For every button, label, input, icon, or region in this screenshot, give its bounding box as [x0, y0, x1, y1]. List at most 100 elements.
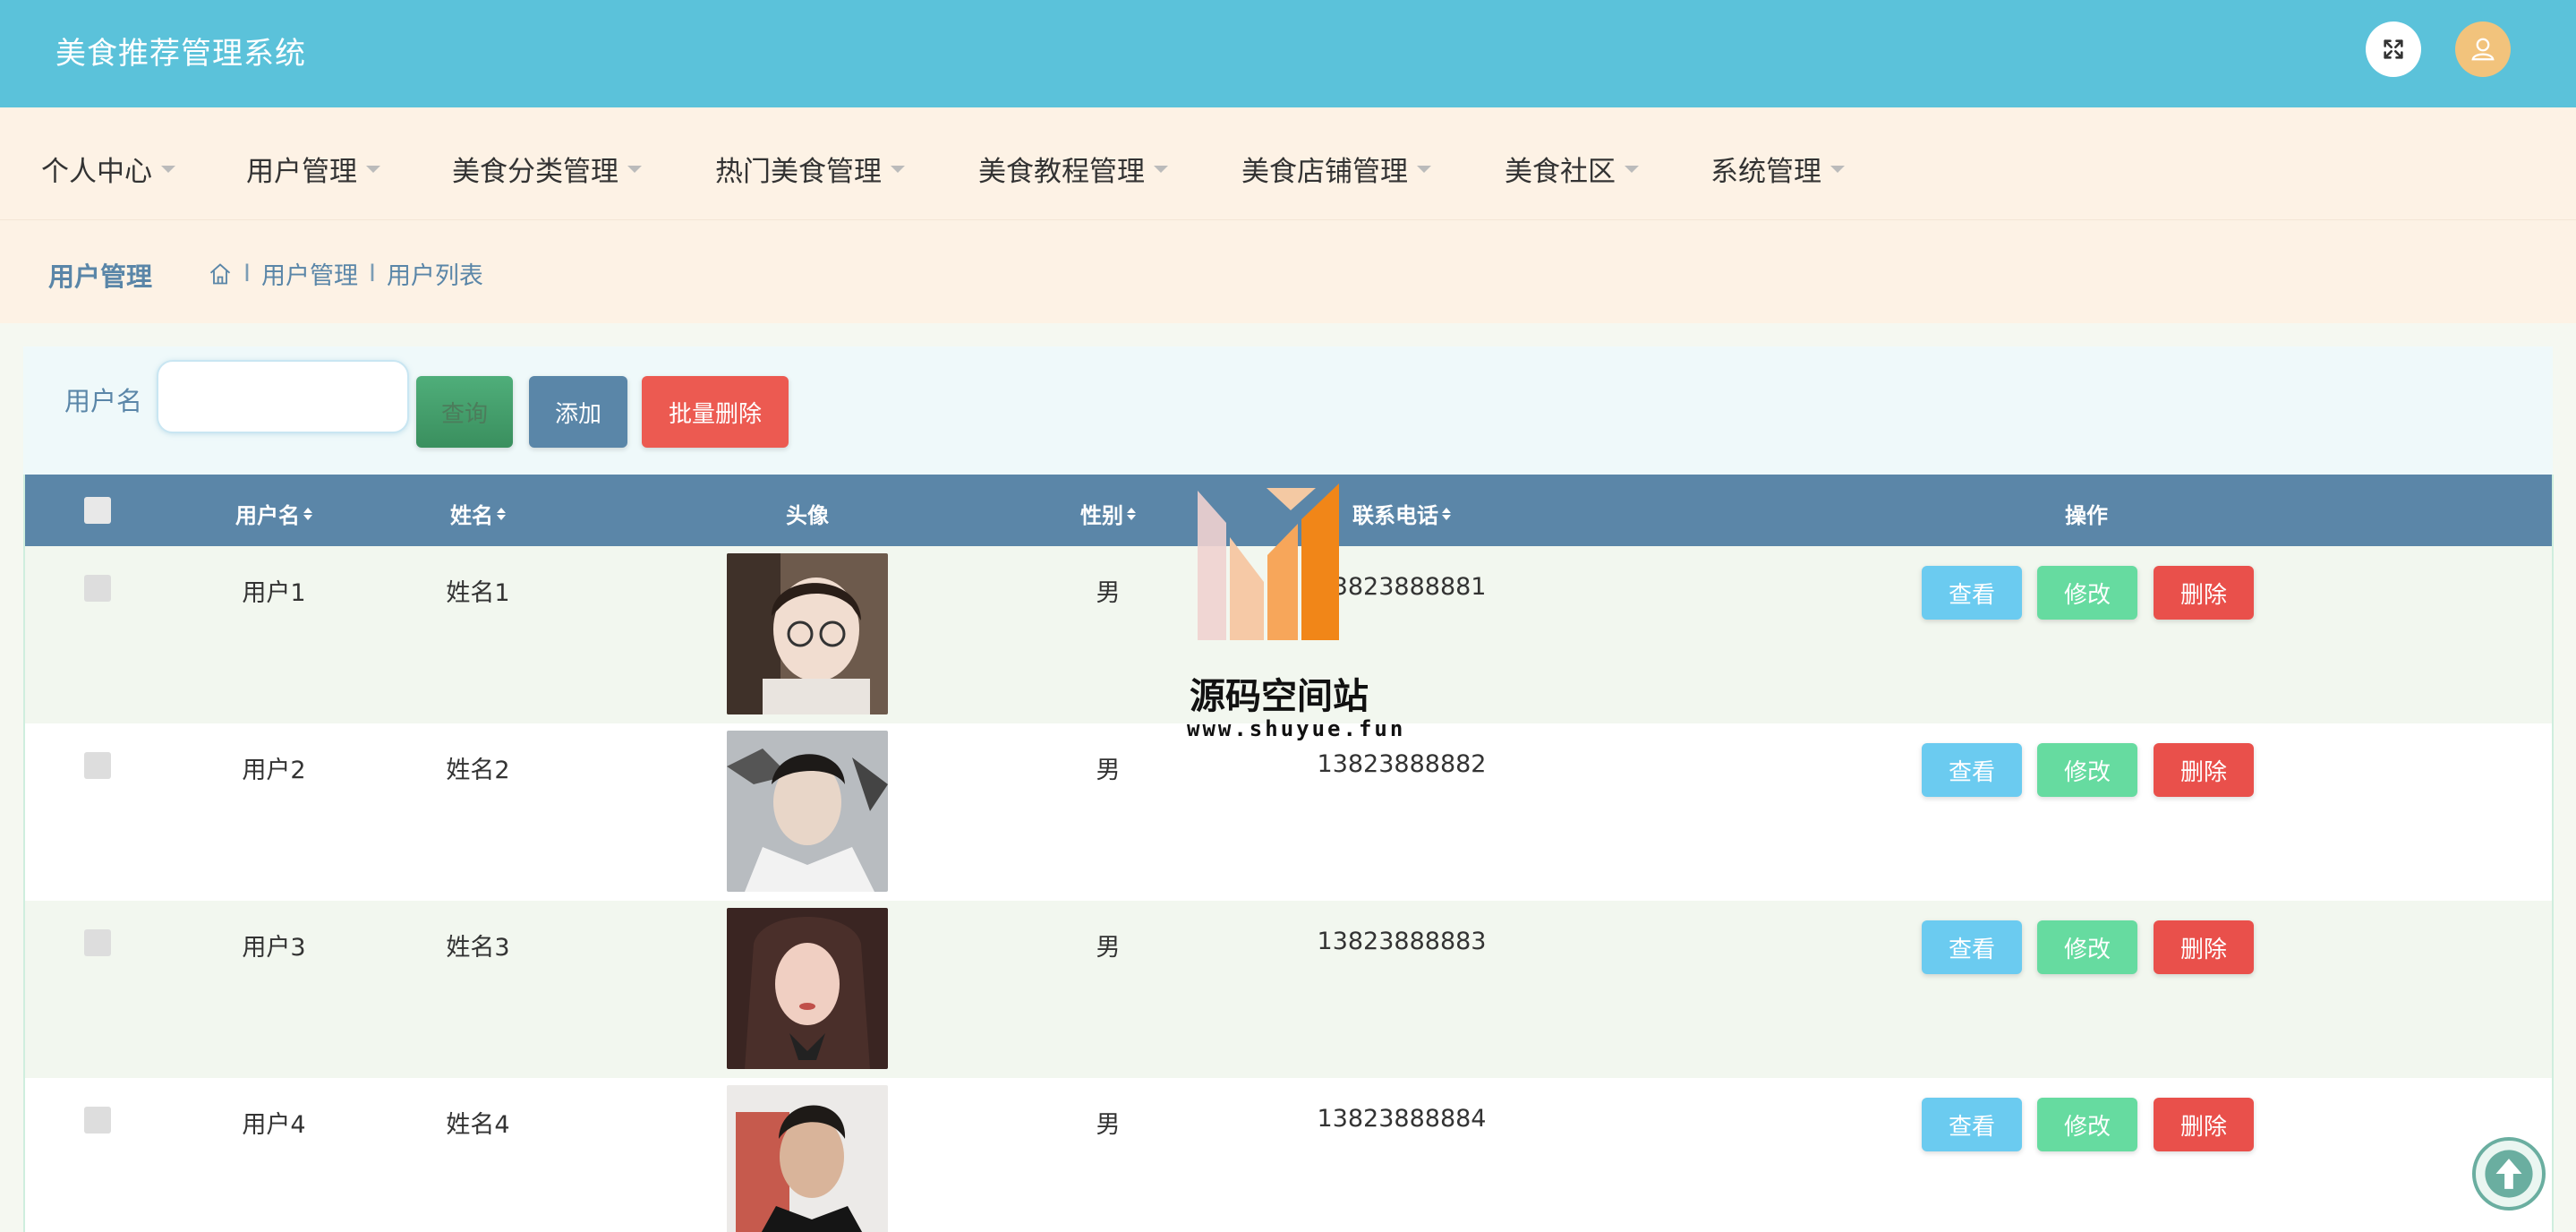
- view-button[interactable]: 查看: [1922, 920, 2022, 974]
- username-search-label: 用户名: [64, 386, 143, 416]
- row-checkbox[interactable]: [84, 575, 111, 602]
- avatar: [727, 553, 888, 714]
- chevron-down-icon: [1625, 165, 1639, 173]
- chevron-down-icon: [1830, 165, 1845, 173]
- select-all-checkbox[interactable]: [84, 497, 111, 524]
- watermark-text: 源码空间站: [1190, 676, 1369, 717]
- cell-name: 姓名1: [446, 579, 510, 607]
- chevron-down-icon: [891, 165, 905, 173]
- nav-item-label: 美食教程管理: [978, 156, 1145, 188]
- cell-username: 用户1: [242, 579, 306, 607]
- column-header-username[interactable]: 用户名: [235, 498, 312, 529]
- breadcrumb-item-user-management[interactable]: 用户管理: [261, 256, 358, 291]
- column-header-actions: 操作: [2065, 498, 2108, 529]
- chevron-down-icon: [627, 165, 642, 173]
- sort-icon: [303, 507, 312, 520]
- delete-button[interactable]: 删除: [2154, 1098, 2254, 1151]
- nav-item-label: 美食店铺管理: [1241, 156, 1408, 188]
- nav-item-label: 系统管理: [1710, 156, 1821, 188]
- nav-item-food-tutorial[interactable]: 美食教程管理: [978, 149, 1168, 189]
- chevron-down-icon: [366, 165, 380, 173]
- edit-button[interactable]: 修改: [2037, 920, 2137, 974]
- home-icon[interactable]: [208, 261, 233, 287]
- column-header-gender[interactable]: 性别: [1080, 498, 1136, 529]
- nav-item-food-shop[interactable]: 美食店铺管理: [1241, 149, 1431, 189]
- row-checkbox[interactable]: [84, 929, 111, 956]
- fullscreen-icon: [2384, 39, 2403, 59]
- edit-button[interactable]: 修改: [2037, 566, 2137, 620]
- watermark-url: www.shuyue.fun: [1187, 716, 1406, 741]
- nav-item-label: 个人中心: [41, 156, 152, 188]
- cell-phone: 13823888882: [1317, 750, 1487, 778]
- avatar: [727, 908, 888, 1069]
- view-button[interactable]: 查看: [1922, 566, 2022, 620]
- add-button[interactable]: 添加: [529, 376, 627, 448]
- nav-item-personal-center[interactable]: 个人中心: [41, 149, 175, 189]
- cell-phone: 13823888883: [1317, 928, 1487, 955]
- table-row: 用户2 姓名2 男 13823888882 查看 修改 删除: [25, 723, 2552, 901]
- cell-name: 姓名4: [446, 1111, 510, 1139]
- cell-name: 姓名2: [446, 757, 510, 784]
- page-title: 用户管理: [48, 261, 153, 292]
- nav-item-user-management[interactable]: 用户管理: [246, 149, 380, 189]
- nav-item-hot-food[interactable]: 热门美食管理: [715, 149, 905, 189]
- chevron-down-icon: [161, 165, 175, 173]
- user-avatar-icon: [2471, 38, 2495, 61]
- nav-item-label: 美食社区: [1505, 156, 1616, 188]
- cell-username: 用户3: [242, 934, 306, 962]
- breadcrumb-bar: 用户管理 I 用户管理 I 用户列表: [0, 219, 2576, 323]
- nav-item-label: 用户管理: [246, 156, 357, 188]
- nav-item-food-community[interactable]: 美食社区: [1505, 149, 1639, 189]
- view-button[interactable]: 查看: [1922, 743, 2022, 797]
- cell-username: 用户2: [242, 757, 306, 784]
- breadcrumb-item-user-list: 用户列表: [386, 262, 483, 290]
- column-header-label: 头像: [786, 503, 829, 528]
- nav-item-label: 热门美食管理: [715, 156, 882, 188]
- nav-item-label: 美食分类管理: [452, 156, 618, 188]
- breadcrumb-separator: I: [368, 260, 376, 287]
- avatar: [727, 731, 888, 892]
- cell-username: 用户4: [242, 1111, 306, 1139]
- back-to-top-button[interactable]: [2472, 1137, 2546, 1211]
- chevron-down-icon: [1417, 165, 1431, 173]
- table-row: 用户3 姓名3 男 13823888883 查看 修改 删除: [25, 901, 2552, 1078]
- column-header-label: 性别: [1080, 503, 1123, 528]
- cell-name: 姓名3: [446, 934, 510, 962]
- table-row: 用户4 姓名4 男 13823888884 查看 修改 删除: [25, 1078, 2552, 1232]
- chevron-down-icon: [1154, 165, 1168, 173]
- delete-button[interactable]: 删除: [2154, 743, 2254, 797]
- sort-icon: [1442, 507, 1451, 520]
- column-header-label: 用户名: [235, 503, 300, 528]
- column-header-name[interactable]: 姓名: [450, 498, 506, 529]
- breadcrumb-separator: I: [243, 260, 251, 287]
- query-button[interactable]: 查询: [416, 376, 513, 448]
- username-search-input[interactable]: [157, 360, 409, 433]
- cell-gender: 男: [1096, 579, 1121, 607]
- nav-item-system[interactable]: 系统管理: [1710, 149, 1845, 189]
- user-avatar-button[interactable]: [2455, 21, 2511, 77]
- nav-item-food-category[interactable]: 美食分类管理: [452, 149, 642, 189]
- cell-gender: 男: [1096, 934, 1121, 962]
- cell-gender: 男: [1096, 757, 1121, 784]
- edit-button[interactable]: 修改: [2037, 743, 2137, 797]
- fullscreen-button[interactable]: [2366, 21, 2421, 77]
- edit-button[interactable]: 修改: [2037, 1098, 2137, 1151]
- view-button[interactable]: 查看: [1922, 1098, 2022, 1151]
- cell-phone: 13823888884: [1317, 1105, 1487, 1133]
- cell-gender: 男: [1096, 1111, 1121, 1139]
- main-nav: 个人中心 用户管理 美食分类管理 热门美食管理 美食教程管理 美食店铺管理 美食…: [0, 107, 2576, 219]
- breadcrumb: I 用户管理 I 用户列表: [208, 256, 483, 291]
- row-checkbox[interactable]: [84, 1107, 111, 1134]
- row-checkbox[interactable]: [84, 752, 111, 779]
- top-header: 美食推荐管理系统: [0, 0, 2576, 107]
- batch-delete-button[interactable]: 批量删除: [642, 376, 789, 448]
- column-header-avatar: 头像: [786, 498, 829, 529]
- arrow-up-icon: [2485, 1150, 2533, 1198]
- avatar: [727, 1085, 888, 1232]
- column-header-label: 姓名: [450, 503, 493, 528]
- sort-icon: [1127, 507, 1136, 520]
- sort-icon: [497, 507, 506, 520]
- delete-button[interactable]: 删除: [2154, 920, 2254, 974]
- delete-button[interactable]: 删除: [2154, 566, 2254, 620]
- column-header-label: 操作: [2065, 503, 2108, 528]
